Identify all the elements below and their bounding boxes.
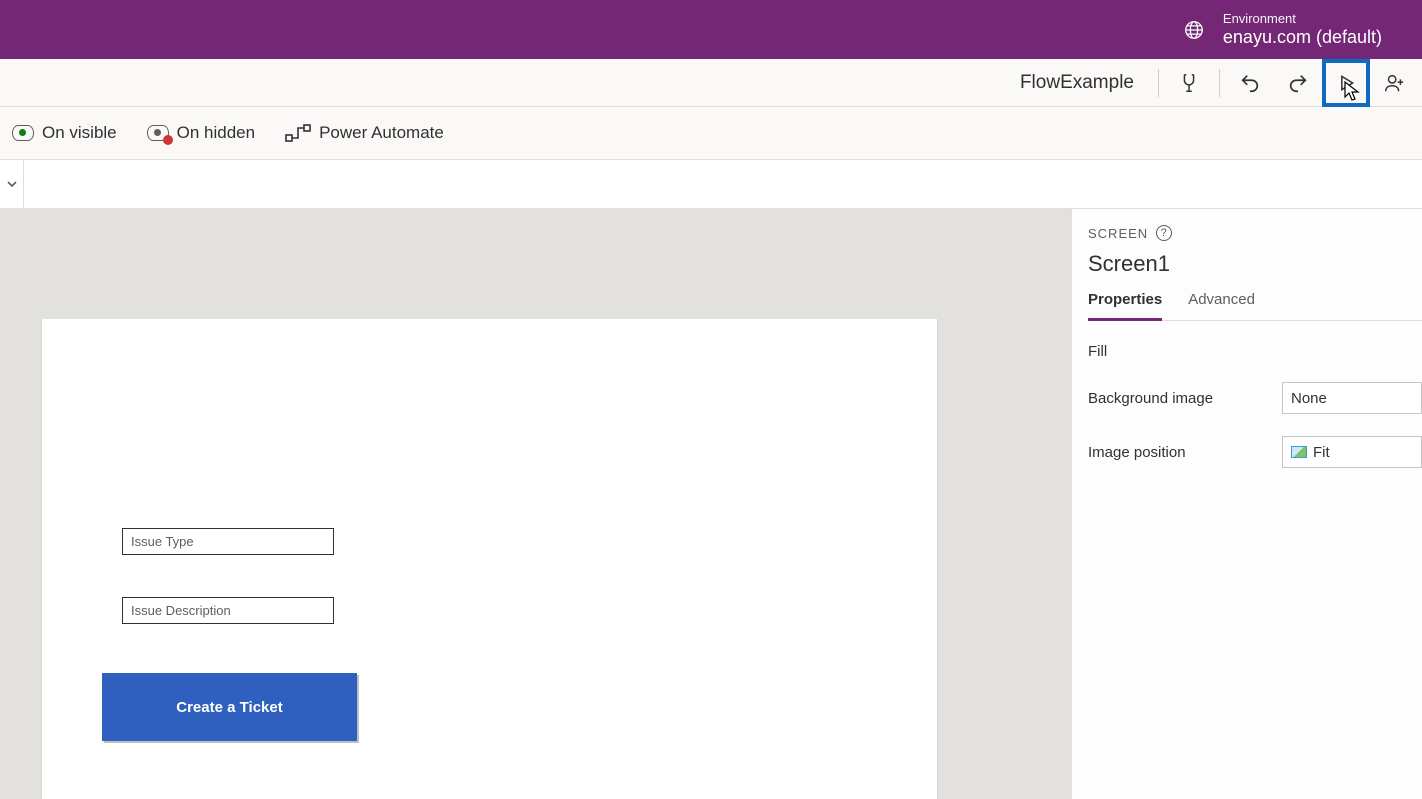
environment-name: enayu.com (default) (1223, 27, 1382, 49)
issue-description-input[interactable]: Issue Description (122, 597, 334, 624)
tab-properties[interactable]: Properties (1088, 291, 1162, 321)
prop-bgimage-value[interactable]: None (1282, 382, 1422, 414)
preview-play-button[interactable] (1322, 59, 1370, 107)
separator (1158, 69, 1159, 97)
onvisible-button[interactable]: On visible (8, 117, 121, 149)
eye-visible-icon (12, 125, 34, 141)
formula-dropdown[interactable] (0, 160, 24, 208)
powerautomate-icon (285, 123, 311, 143)
prop-imgpos-text: Fit (1313, 444, 1330, 461)
image-icon (1291, 446, 1307, 458)
properties-pane: SCREEN ? Screen1 Properties Advanced Fil… (1071, 209, 1422, 799)
undo-button[interactable] (1226, 59, 1274, 107)
eye-hidden-icon (147, 125, 169, 141)
screen-canvas[interactable]: Issue Type Issue Description Create a Ti… (42, 319, 937, 799)
issue-type-input[interactable]: Issue Type (122, 528, 334, 555)
onhidden-button[interactable]: On hidden (143, 117, 259, 149)
create-ticket-label: Create a Ticket (176, 699, 282, 716)
tab-advanced[interactable]: Advanced (1188, 291, 1255, 320)
issue-description-placeholder: Issue Description (131, 603, 231, 618)
separator (1219, 69, 1220, 97)
pane-tabs: Properties Advanced (1088, 291, 1422, 321)
prop-fill: Fill (1088, 343, 1422, 360)
prop-bgimage: Background image None (1088, 382, 1422, 414)
canvas-area[interactable]: Issue Type Issue Description Create a Ti… (0, 209, 1071, 799)
app-toolbar: FlowExample (0, 59, 1422, 107)
workspace: Issue Type Issue Description Create a Ti… (0, 209, 1422, 799)
app-title: FlowExample (1002, 72, 1152, 94)
create-ticket-button[interactable]: Create a Ticket (102, 673, 357, 741)
environment-picker[interactable]: Environment enayu.com (default) (1223, 11, 1382, 48)
app-header: Environment enayu.com (default) (0, 0, 1422, 59)
share-button[interactable] (1370, 59, 1418, 107)
onvisible-label: On visible (42, 123, 117, 143)
formula-input[interactable] (24, 160, 1422, 208)
powerautomate-button[interactable]: Power Automate (281, 117, 448, 149)
onhidden-label: On hidden (177, 123, 255, 143)
prop-bgimage-text: None (1291, 390, 1327, 407)
environment-label: Environment (1223, 11, 1382, 27)
action-ribbon: On visible On hidden Power Automate (0, 107, 1422, 160)
formula-bar (0, 160, 1422, 209)
globe-icon (1183, 19, 1205, 41)
redo-button[interactable] (1274, 59, 1322, 107)
prop-imgpos: Image position Fit (1088, 436, 1422, 468)
prop-fill-label: Fill (1088, 343, 1282, 360)
screen-name: Screen1 (1088, 251, 1422, 277)
prop-imgpos-label: Image position (1088, 444, 1282, 461)
prop-imgpos-value[interactable]: Fit (1282, 436, 1422, 468)
powerautomate-label: Power Automate (319, 123, 444, 143)
section-label: SCREEN (1088, 226, 1148, 241)
issue-type-placeholder: Issue Type (131, 534, 194, 549)
help-icon[interactable]: ? (1156, 225, 1172, 241)
prop-bgimage-label: Background image (1088, 390, 1282, 407)
app-checker-button[interactable] (1165, 59, 1213, 107)
